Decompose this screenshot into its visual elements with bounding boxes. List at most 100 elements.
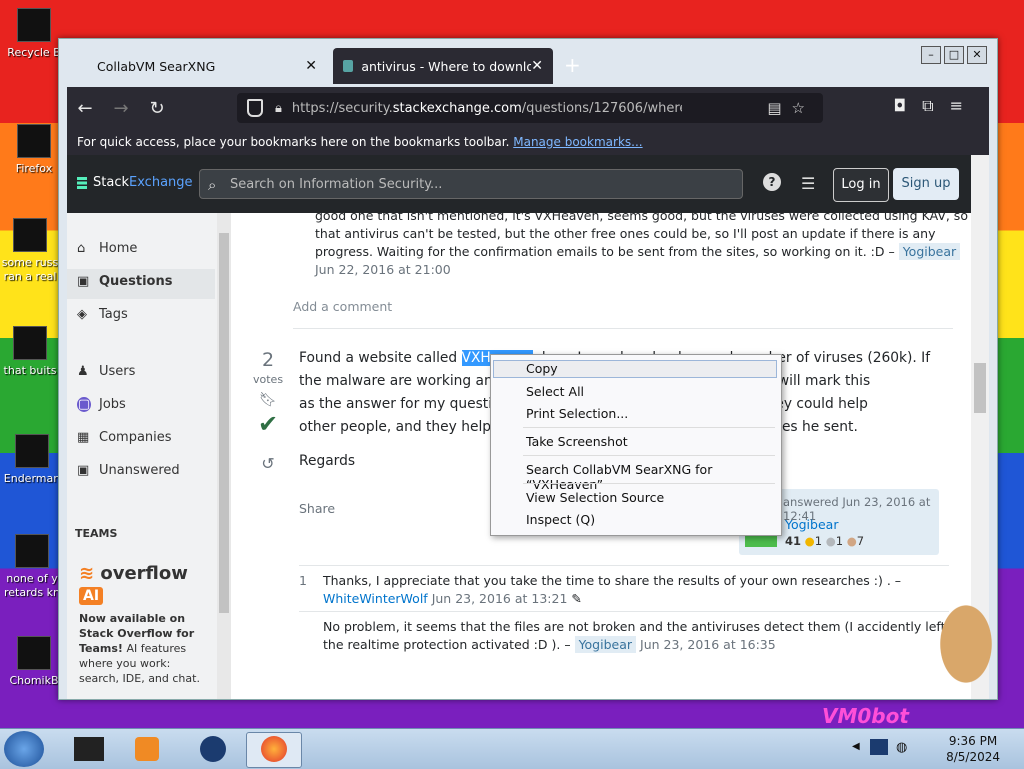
menu-item-search[interactable]: Search CollabVM SearXNG for “VXHeaven”	[526, 462, 781, 492]
overflow-ai-logo[interactable]: ≋ overflow AI	[79, 563, 217, 605]
menu-item-inspect[interactable]: Inspect (Q)	[526, 512, 595, 530]
navigation-toolbar: ← → ↻ 🔒︎ https://security. stackexchange.…	[67, 87, 989, 129]
taskbar-item-firefox[interactable]	[246, 732, 302, 768]
forward-arrow-icon[interactable]: →	[103, 98, 139, 119]
sidebar-item-label: Users	[99, 364, 136, 379]
sidebar-item-unanswered[interactable]: ▣ Unanswered	[77, 463, 180, 483]
menu-item-print-selection[interactable]: Print Selection...	[526, 406, 628, 424]
hamster-decoration	[926, 604, 1006, 704]
menu-item-view-selection-source[interactable]: View Selection Source	[526, 490, 664, 508]
menu-label: View Selection Source	[526, 490, 665, 505]
tab-collabvm-searxng[interactable]: CollabVM SearXNG ✕	[87, 48, 327, 84]
extensions-icon[interactable]: ⧉	[922, 96, 949, 115]
desktop-icon-none-of-y[interactable]: none of y retards kn	[2, 534, 62, 600]
network-tray-icon[interactable]	[870, 739, 888, 755]
sidebar-item-tags[interactable]: ◈ Tags	[77, 307, 128, 327]
logo-text-b: Exchange	[129, 175, 193, 190]
menu-item-copy[interactable]: Copy	[493, 360, 777, 378]
sidebar-item-users[interactable]: ♟ Users	[77, 364, 135, 384]
maximize-button[interactable]: □	[944, 46, 964, 64]
tracking-shield-icon[interactable]	[247, 99, 263, 117]
close-window-button[interactable]: ✕	[967, 46, 987, 64]
desktop-icon-firefox[interactable]: Firefox	[4, 124, 64, 176]
comment-user-link[interactable]: Yogibear	[898, 243, 961, 260]
menu-item-take-screenshot[interactable]: Take Screenshot	[526, 434, 628, 452]
jobs-icon: ▢	[77, 397, 91, 412]
tab-bar: CollabVM SearXNG ✕ antivirus - Where to …	[59, 39, 997, 89]
taskbar-item-media[interactable]	[120, 732, 174, 766]
user-reputation: 41 ●1 ●1 ●7	[785, 534, 864, 548]
minimize-button[interactable]: –	[921, 46, 941, 64]
sidebar-item-jobs[interactable]: ▢ Jobs	[77, 397, 126, 417]
tab-label: antivirus - Where to download r	[361, 58, 531, 74]
globe-icon	[200, 736, 226, 762]
lock-icon[interactable]: 🔒︎	[275, 101, 282, 116]
sidebar-item-home[interactable]: ⌂ Home	[77, 241, 137, 261]
add-comment-link[interactable]: Add a comment	[293, 299, 392, 314]
desktop-icon-that-buits[interactable]: that buits	[0, 326, 60, 378]
desktop-icon-enderman[interactable]: Enderman	[2, 434, 62, 486]
page-scroll-thumb[interactable]	[974, 363, 986, 413]
taskbar-clock[interactable]: 9:36 PM 8/5/2024	[946, 733, 1000, 765]
close-tab-icon[interactable]: ✕	[305, 58, 317, 74]
user-name-link[interactable]: Yogibear	[785, 517, 838, 532]
sidebar-item-label: Questions	[99, 274, 173, 289]
menu-item-select-all[interactable]: Select All	[526, 384, 584, 402]
accepted-check-icon: ✔	[257, 410, 279, 438]
pocket-icon[interactable]: ◘	[894, 96, 923, 115]
window-controls: – □ ✕	[921, 46, 987, 64]
close-tab-icon[interactable]: ✕	[531, 58, 543, 74]
help-icon[interactable]: ?	[763, 173, 781, 191]
comment-body: No problem, it seems that the files are …	[323, 618, 949, 654]
back-arrow-icon[interactable]: ←	[67, 98, 103, 119]
firefox-icon	[261, 736, 287, 762]
desktop-icon-some-russ[interactable]: some russ ran a real	[0, 218, 60, 284]
menu-label: Select All	[526, 384, 585, 399]
login-button[interactable]: Log in	[833, 168, 889, 202]
recycle-bin-icon	[17, 8, 51, 42]
comment-date: Jun 23, 2016 at 16:35	[640, 637, 776, 652]
manage-bookmarks-link[interactable]: Manage bookmarks...	[513, 135, 642, 149]
url-prefix: https://security.	[291, 100, 393, 116]
comment-user-link[interactable]: Yogibear	[574, 636, 637, 653]
divider	[293, 328, 953, 329]
reload-icon[interactable]: ↻	[139, 98, 175, 119]
context-menu: Copy Select All Print Selection... Take …	[490, 354, 782, 536]
site-search-input[interactable]: ⌕ Search on Information Security...	[199, 169, 743, 199]
desktop-icon-chomikb[interactable]: ChomikB	[4, 636, 64, 688]
desktop-icon-recycle-bin[interactable]: Recycle B	[4, 8, 64, 60]
stackexchange-logo-icon	[77, 176, 87, 189]
toolbar-right: ◘⧉≡	[894, 96, 980, 116]
tray-expand-icon[interactable]: ◀	[852, 741, 860, 752]
overflow-text: overflow	[100, 563, 188, 584]
ai-badge: AI	[79, 587, 104, 605]
sidebar-scrollbar[interactable]	[217, 213, 231, 699]
taskbar-item-app1[interactable]	[62, 732, 116, 766]
start-button[interactable]	[4, 731, 44, 767]
sidebar-item-companies[interactable]: ▦ Companies	[77, 430, 172, 450]
menu-hamburger-icon[interactable]: ≡	[950, 96, 979, 115]
questions-icon: ▣	[77, 274, 90, 289]
tab-label: CollabVM SearXNG	[97, 58, 216, 74]
silver-badge-icon: ●	[825, 534, 836, 548]
signup-button[interactable]: Sign up	[893, 168, 959, 200]
history-icon[interactable]: ↺	[253, 454, 283, 473]
volume-tray-icon[interactable]: ◍	[896, 740, 907, 755]
sidebar-scroll-thumb[interactable]	[219, 233, 229, 613]
share-link[interactable]: Share	[299, 501, 335, 516]
bookmark-star-icon[interactable]: ☆	[792, 99, 815, 117]
system-tray: ◀ ◍ 9:36 PM 8/5/2024	[844, 729, 1024, 769]
comment-user-link[interactable]: WhiteWinterWolf	[323, 591, 428, 606]
comment-row: 1 Thanks, I appreciate that you take the…	[299, 565, 949, 606]
clock-time: 9:36 PM	[948, 734, 998, 748]
url-bar[interactable]: 🔒︎ https://security. stackexchange.com/qu…	[237, 93, 823, 123]
sidebar-item-questions[interactable]: ▣ Questions	[77, 274, 172, 294]
edit-pencil-icon[interactable]: ✎	[571, 591, 581, 606]
bookmark-icon[interactable]: 🔖︎	[253, 392, 283, 408]
tab-antivirus[interactable]: antivirus - Where to download r ✕	[333, 48, 553, 84]
new-tab-button[interactable]: +	[564, 53, 581, 77]
reader-view-icon[interactable]: ▤	[767, 99, 791, 117]
stackexchange-logo[interactable]: StackExchange	[77, 175, 193, 190]
site-switcher-icon[interactable]: ☰	[801, 174, 815, 193]
taskbar-item-network[interactable]	[186, 732, 240, 766]
